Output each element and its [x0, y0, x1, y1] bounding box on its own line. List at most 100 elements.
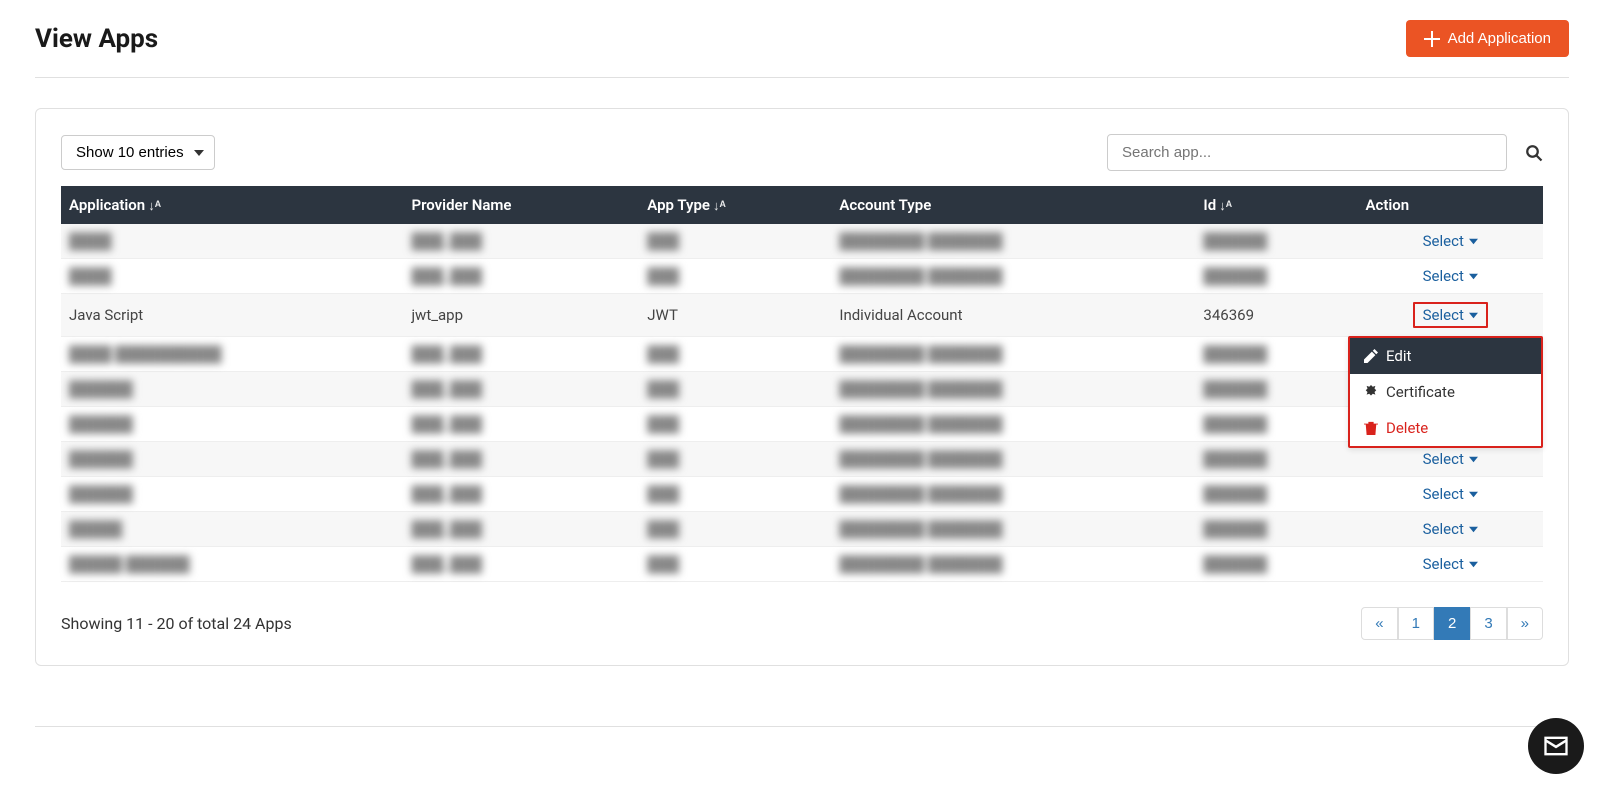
trash-icon: [1364, 421, 1378, 435]
page-next[interactable]: »: [1507, 607, 1543, 640]
cell-accounttype: ████████ ███████: [831, 337, 1195, 372]
dropdown-delete[interactable]: Delete: [1350, 410, 1541, 446]
select-action[interactable]: Select: [1423, 520, 1478, 538]
table-row: ████████_██████████████ █████████████Sel…: [61, 512, 1543, 547]
caret-down-icon: [1469, 237, 1478, 246]
search-icon[interactable]: [1525, 144, 1543, 162]
cell-accounttype: ████████ ███████: [831, 512, 1195, 547]
cell-apptype: JWT: [639, 294, 831, 337]
select-action[interactable]: Select: [1423, 267, 1478, 285]
page-3[interactable]: 3: [1470, 607, 1506, 640]
cell-id: ██████: [1195, 512, 1357, 547]
cell-accounttype: Individual Account: [831, 294, 1195, 337]
select-action[interactable]: Select: [1423, 306, 1478, 324]
cell-provider: ███_███: [403, 512, 639, 547]
pagination: «123»: [1361, 607, 1543, 640]
col-apptype[interactable]: App Type↓ᴬ: [639, 186, 831, 224]
cell-application: ████: [61, 259, 403, 294]
cell-application: ██████: [61, 442, 403, 477]
page-prev[interactable]: «: [1361, 607, 1397, 640]
table-row: █████████_██████████████ █████████████Se…: [61, 372, 1543, 407]
cell-application: ██████: [61, 477, 403, 512]
dropdown-edit[interactable]: Edit: [1350, 338, 1541, 374]
action-cell: Select: [1358, 547, 1543, 582]
cell-provider: ███_███: [403, 259, 639, 294]
add-application-button[interactable]: Add Application: [1406, 20, 1569, 57]
cell-accounttype: ████████ ███████: [831, 442, 1195, 477]
col-action: Action: [1358, 186, 1543, 224]
caret-down-icon: [1469, 560, 1478, 569]
entries-select[interactable]: Show 10 entries: [61, 135, 215, 170]
cell-id: ██████: [1195, 259, 1357, 294]
cell-provider: jwt_app: [403, 294, 639, 337]
caret-down-icon: [1469, 525, 1478, 534]
page-1[interactable]: 1: [1398, 607, 1434, 640]
select-action[interactable]: Select: [1423, 485, 1478, 503]
table-row: █████████_██████████████ █████████████Se…: [61, 477, 1543, 512]
table-row: █████████_██████████████ █████████████Se…: [61, 407, 1543, 442]
plus-icon: [1424, 31, 1440, 47]
col-application[interactable]: Application↓ᴬ: [61, 186, 403, 224]
cell-accounttype: ████████ ███████: [831, 372, 1195, 407]
table-row: █████████_██████████████ █████████████Se…: [61, 442, 1543, 477]
dropdown-certificate[interactable]: Certificate: [1350, 374, 1541, 410]
action-cell: Select: [1358, 259, 1543, 294]
divider: [35, 726, 1569, 727]
table-row: ████ █████████████_██████████████ ██████…: [61, 337, 1543, 372]
certificate-icon: [1364, 385, 1378, 399]
page-2[interactable]: 2: [1434, 607, 1470, 640]
cell-accounttype: ████████ ███████: [831, 259, 1195, 294]
table-row: Java Scriptjwt_appJWTIndividual Account3…: [61, 294, 1543, 337]
cell-id: ██████: [1195, 337, 1357, 372]
cell-id: 346369: [1195, 294, 1357, 337]
cell-accounttype: ████████ ███████: [831, 477, 1195, 512]
sort-icon: ↓ᴬ: [148, 199, 161, 214]
pencil-icon: [1364, 349, 1378, 363]
action-cell: Select: [1358, 224, 1543, 259]
cell-apptype: ███: [639, 407, 831, 442]
cell-application: ██████: [61, 407, 403, 442]
action-cell: Select: [1358, 477, 1543, 512]
cell-id: ██████: [1195, 407, 1357, 442]
caret-down-icon: [1469, 272, 1478, 281]
cell-id: ██████: [1195, 224, 1357, 259]
select-action[interactable]: Select: [1423, 450, 1478, 468]
cell-apptype: ███: [639, 259, 831, 294]
cell-apptype: ███: [639, 512, 831, 547]
search-input[interactable]: [1107, 134, 1507, 171]
select-action[interactable]: Select: [1423, 232, 1478, 250]
table-row: ███████_██████████████ █████████████Sele…: [61, 224, 1543, 259]
cell-provider: ███_███: [403, 547, 639, 582]
apps-table: Application↓ᴬ Provider Name App Type↓ᴬ A…: [61, 186, 1543, 582]
col-provider[interactable]: Provider Name: [403, 186, 639, 224]
cell-provider: ███_███: [403, 407, 639, 442]
page-title: View Apps: [35, 24, 158, 54]
cell-provider: ███_███: [403, 477, 639, 512]
cell-apptype: ███: [639, 372, 831, 407]
cell-application: ████ ██████████: [61, 337, 403, 372]
results-summary: Showing 11 - 20 of total 24 Apps: [61, 614, 292, 633]
cell-provider: ███_███: [403, 224, 639, 259]
col-accounttype[interactable]: Account Type: [831, 186, 1195, 224]
select-action[interactable]: Select: [1423, 555, 1478, 573]
cell-provider: ███_███: [403, 337, 639, 372]
mail-icon: [1542, 732, 1570, 760]
cell-apptype: ███: [639, 477, 831, 512]
cell-application: ████: [61, 224, 403, 259]
col-id[interactable]: Id↓ᴬ: [1195, 186, 1357, 224]
action-cell: Select: [1358, 512, 1543, 547]
cell-application: ██████: [61, 372, 403, 407]
cell-id: ██████: [1195, 547, 1357, 582]
chat-fab[interactable]: [1528, 718, 1584, 774]
cell-provider: ███_███: [403, 372, 639, 407]
cell-provider: ███_███: [403, 442, 639, 477]
cell-accounttype: ████████ ███████: [831, 547, 1195, 582]
cell-accounttype: ████████ ███████: [831, 407, 1195, 442]
action-dropdown: EditCertificateDelete: [1348, 336, 1543, 448]
cell-id: ██████: [1195, 442, 1357, 477]
caret-down-icon: [1469, 455, 1478, 464]
cell-apptype: ███: [639, 224, 831, 259]
cell-apptype: ███: [639, 442, 831, 477]
caret-down-icon: [1469, 311, 1478, 320]
apps-card: Show 10 entries Application↓ᴬ Provider N…: [35, 108, 1569, 666]
